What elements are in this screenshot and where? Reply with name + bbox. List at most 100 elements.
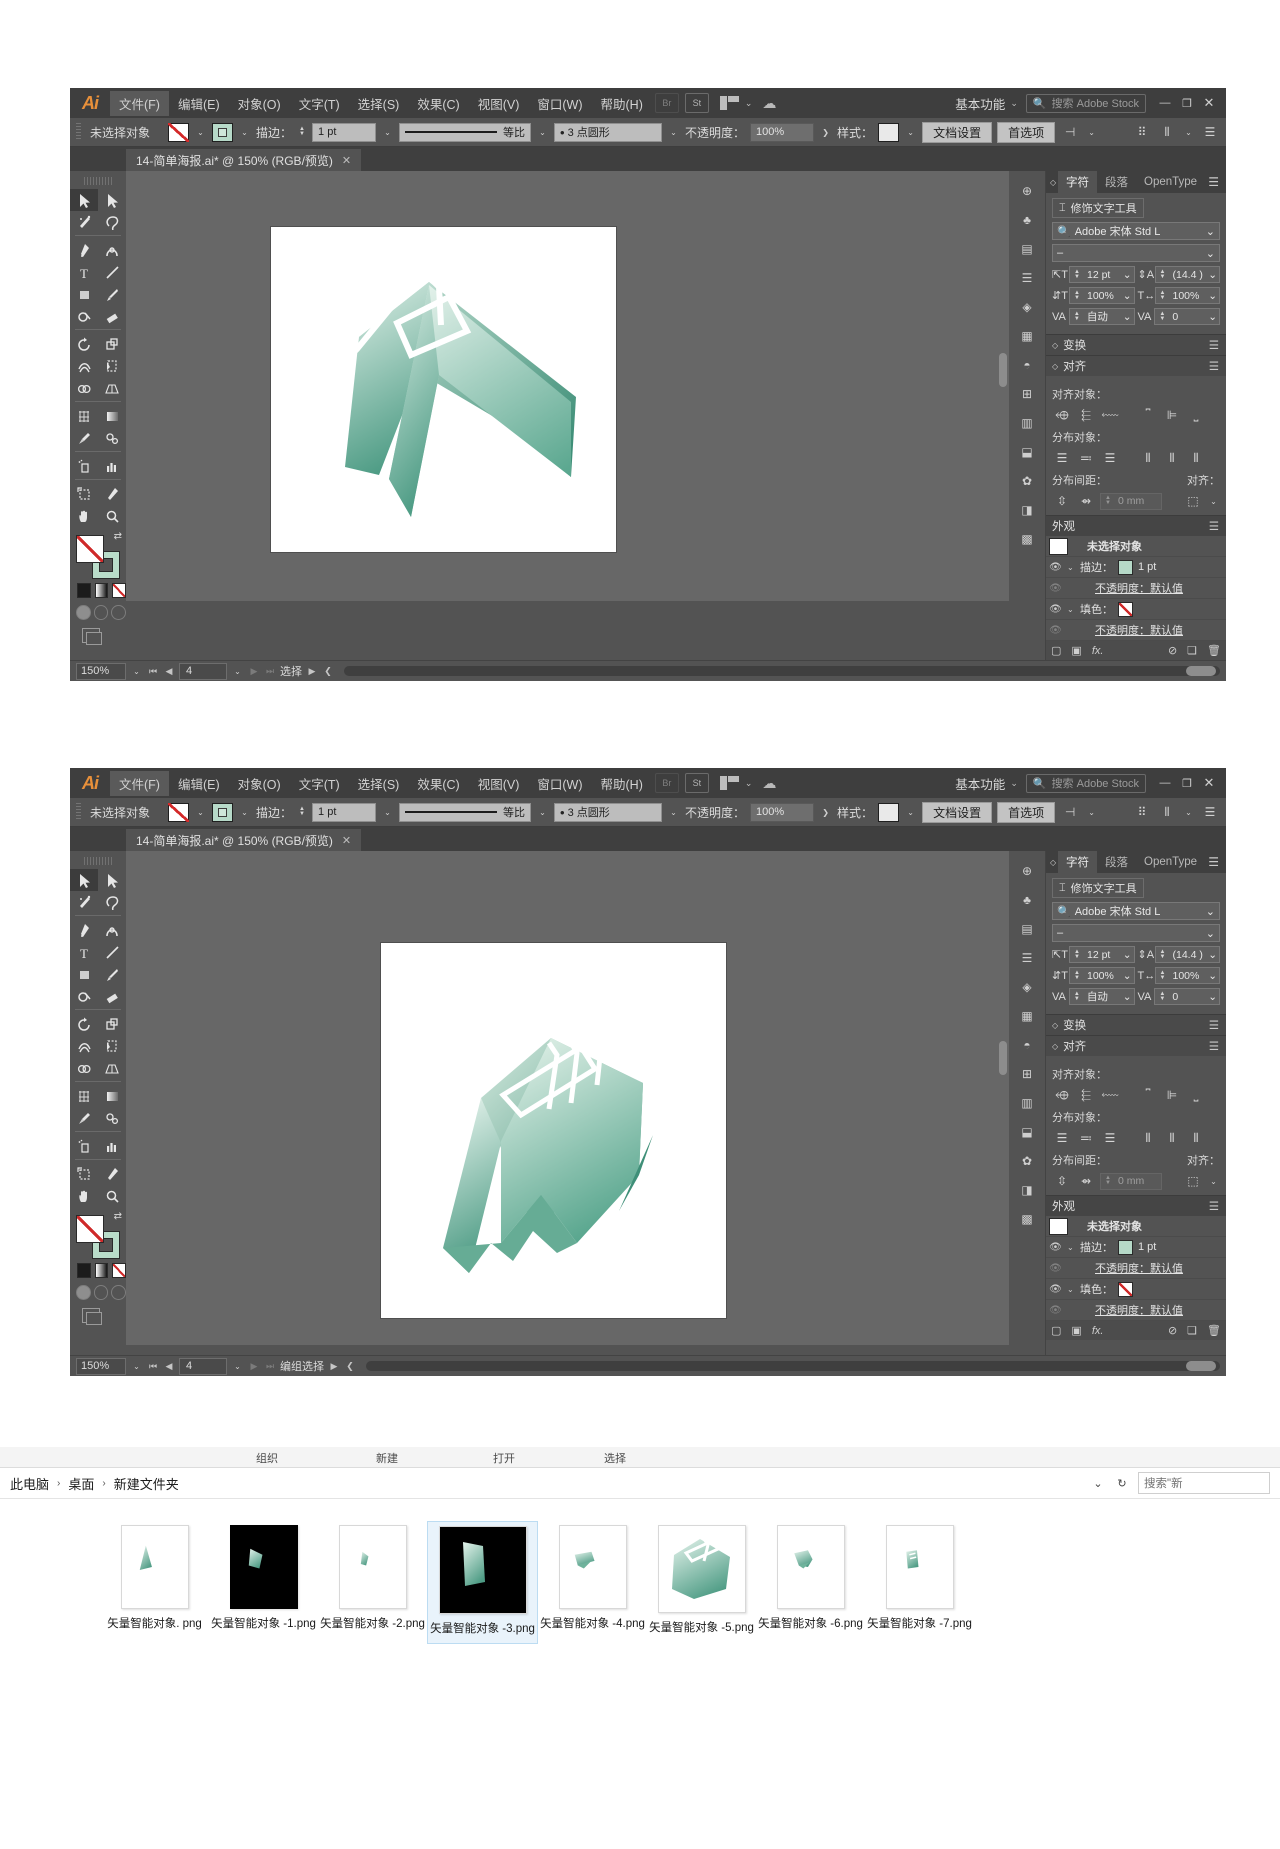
type-tool[interactable]: T [70,941,98,963]
selection-tool[interactable] [70,189,98,211]
align-right-icon-2[interactable]: ⬳ [1100,1086,1120,1104]
blend-tool[interactable] [98,1107,126,1129]
brushes-icon[interactable]: ♣ [1015,210,1039,230]
appearance-fill-opacity-row-2[interactable]: 👁 不透明度：默认值 [1046,1300,1226,1321]
transform-panel-header[interactable]: ◇ 变换 ☰ [1046,334,1226,355]
width-tool[interactable] [70,355,98,377]
artboard-number-input-top[interactable]: 4 [179,662,227,680]
stroke-weight-stepper[interactable]: ▲ ▼ [297,126,307,137]
artboard-chevron-icon-bottom[interactable]: ⌄ [231,1358,244,1375]
distribute-left-icon[interactable]: ⦀ [1138,449,1158,467]
stroke-weight-stepper-2[interactable]: ▲ ▼ [297,806,307,817]
last-artboard-icon-top[interactable]: ⏭ [264,666,276,677]
zoom-level-input-bottom[interactable]: 150% [76,1357,126,1375]
distribute-right-icon-2[interactable]: ⦀ [1186,1129,1206,1147]
perspective-grid-tool[interactable] [98,377,126,399]
eyedropper-tool[interactable] [70,427,98,449]
document-tab-close-icon[interactable]: ✕ [342,154,351,167]
kerning-stepper-2[interactable]: ▲ ▼ [1072,991,1082,1002]
font-style-chevron-icon[interactable]: ⌄ [1206,247,1215,260]
graphic-styles-icon-2[interactable]: ✿ [1015,1151,1039,1171]
fill-visibility-eye-icon-2[interactable]: 👁 [1049,1284,1062,1295]
tracking-chevron-icon[interactable]: ⌄ [1208,311,1217,323]
control-bar-grip[interactable] [76,123,81,141]
rotate-tool[interactable] [70,333,98,355]
vertical-distribute-space-icon-2[interactable]: ⇳ [1052,1172,1072,1190]
font-size-input-2[interactable]: ▲ ▼ 12 pt ⌄ [1069,946,1135,963]
file-item[interactable]: 矢量智能对象 -7.png [865,1521,974,1644]
paintbrush-tool[interactable] [98,963,126,985]
fx-icon[interactable]: fx. [1092,645,1104,657]
slice-tool[interactable] [98,483,126,505]
tracking-chevron-icon-2[interactable]: ⌄ [1208,991,1217,1003]
distribute-horizontal-center-icon-2[interactable]: ⦀ [1162,1129,1182,1147]
tools-panel-grip[interactable] [84,177,112,185]
fill-color-well-2[interactable] [76,1215,104,1243]
font-size-chevron-icon-2[interactable]: ⌄ [1123,949,1132,961]
artboard-tool[interactable] [70,1163,98,1185]
tab-character[interactable]: 字符 [1058,171,1097,193]
zoom-chevron-icon-top[interactable]: ⌄ [130,663,143,680]
distribute-right-icon[interactable]: ⦀ [1186,449,1206,467]
transform-each-icon[interactable]: ⫴ [1157,123,1177,141]
appearance-fill-row-2[interactable]: 👁 ⌄ 填色： [1046,1279,1226,1300]
workspace-chevron-icon-2[interactable]: ⌄ [1010,778,1018,789]
transform-collapse-icon-2[interactable]: ◇ [1052,1021,1058,1030]
brush-chevron-icon[interactable]: ⌄ [667,124,680,141]
zoom-chevron-icon-bottom[interactable]: ⌄ [130,1358,143,1375]
bridge-icon-2[interactable]: Br [654,773,679,793]
character-panel-collapse-icon[interactable]: ◇ [1050,178,1058,187]
stock-search-input[interactable]: 🔍 搜索 Adobe Stock [1025,93,1146,113]
appearance-fill-row[interactable]: 👁 ⌄ 填色： [1046,599,1226,620]
status-resize-icon-bottom[interactable]: ❮ [344,1361,356,1372]
artboard-chevron-icon-top[interactable]: ⌄ [231,663,244,680]
tab-opentype-2[interactable]: OpenType [1136,853,1205,871]
duplicate-item-icon-2[interactable]: ❏ [1187,1324,1197,1337]
character-panel-menu-icon-2[interactable]: ☰ [1208,855,1226,869]
file-item[interactable]: 矢量智能对象 -3.png [427,1521,538,1644]
column-graph-tool[interactable] [98,455,126,477]
document-setup-button[interactable]: 文档设置 [922,121,993,143]
rotate-tool[interactable] [70,1013,98,1035]
fill-opacity-eye-icon[interactable]: 👁 [1049,625,1062,636]
artboard-tool[interactable] [70,483,98,505]
curvature-tool[interactable] [98,239,126,261]
graphic-styles-icon[interactable]: ✿ [1015,471,1039,491]
window-close-button[interactable]: ✕ [1198,94,1220,112]
kerning-input[interactable]: ▲ ▼ 自动 ⌄ [1068,308,1135,325]
width-tool[interactable] [70,1035,98,1057]
rectangle-tool[interactable] [70,283,98,305]
tracking-stepper-2[interactable]: ▲ ▼ [1157,991,1167,1002]
transform-each-icon-2[interactable]: ⫴ [1157,803,1177,821]
distribute-left-icon-2[interactable]: ⦀ [1138,1129,1158,1147]
transform-chevron-icon[interactable]: ⌄ [1182,124,1195,141]
menu-edit[interactable]: 编辑(E) [169,91,229,116]
menu-help[interactable]: 帮助(H) [592,91,652,116]
menu-help-2[interactable]: 帮助(H) [592,771,652,796]
paintbrush-tool[interactable] [98,283,126,305]
distribute-vertical-center-icon-2[interactable]: ≕ [1076,1129,1096,1147]
transform-collapse-icon[interactable]: ◇ [1052,341,1058,350]
file-item[interactable]: 矢量智能对象 -2.png [318,1521,427,1644]
duplicate-item-icon[interactable]: ❏ [1187,644,1197,657]
transform-panel-header-2[interactable]: ◇ 变换 ☰ [1046,1014,1226,1035]
hand-tool[interactable] [70,505,98,527]
workspace-chevron-icon[interactable]: ⌄ [1010,98,1018,109]
control-bar-menu-icon[interactable]: ☰ [1200,123,1220,141]
appearance-stroke-opacity-label-2[interactable]: 不透明度：默认值 [1095,1260,1183,1276]
stroke-swatch[interactable] [212,122,234,142]
stroke-chevron-icon-2[interactable]: ⌄ [238,804,251,821]
add-new-fill-icon-2[interactable]: ▣ [1071,1324,1081,1337]
zoom-tool[interactable] [98,505,126,527]
spacing-stepper-2[interactable]: ▲ ▼ [1103,1175,1113,1186]
workspace-switcher-2[interactable]: 基本功能 [955,774,1005,793]
opacity-input-2[interactable]: 100% [750,802,815,822]
next-artboard-icon-bottom[interactable]: ▶ [248,1361,260,1372]
fill-swatch[interactable] [168,122,190,142]
font-size-input[interactable]: ▲ ▼ 12 pt ⌄ [1069,266,1135,283]
document-tab-2[interactable]: 14-简单海报.ai* @ 150% (RGB/预览) ✕ [126,829,362,851]
appearance-panel-menu-icon-2[interactable]: ☰ [1209,1199,1226,1213]
stroke-opacity-eye-icon[interactable]: 👁 [1049,583,1062,594]
eraser-tool[interactable] [98,985,126,1007]
menu-window-2[interactable]: 窗口(W) [528,771,591,796]
